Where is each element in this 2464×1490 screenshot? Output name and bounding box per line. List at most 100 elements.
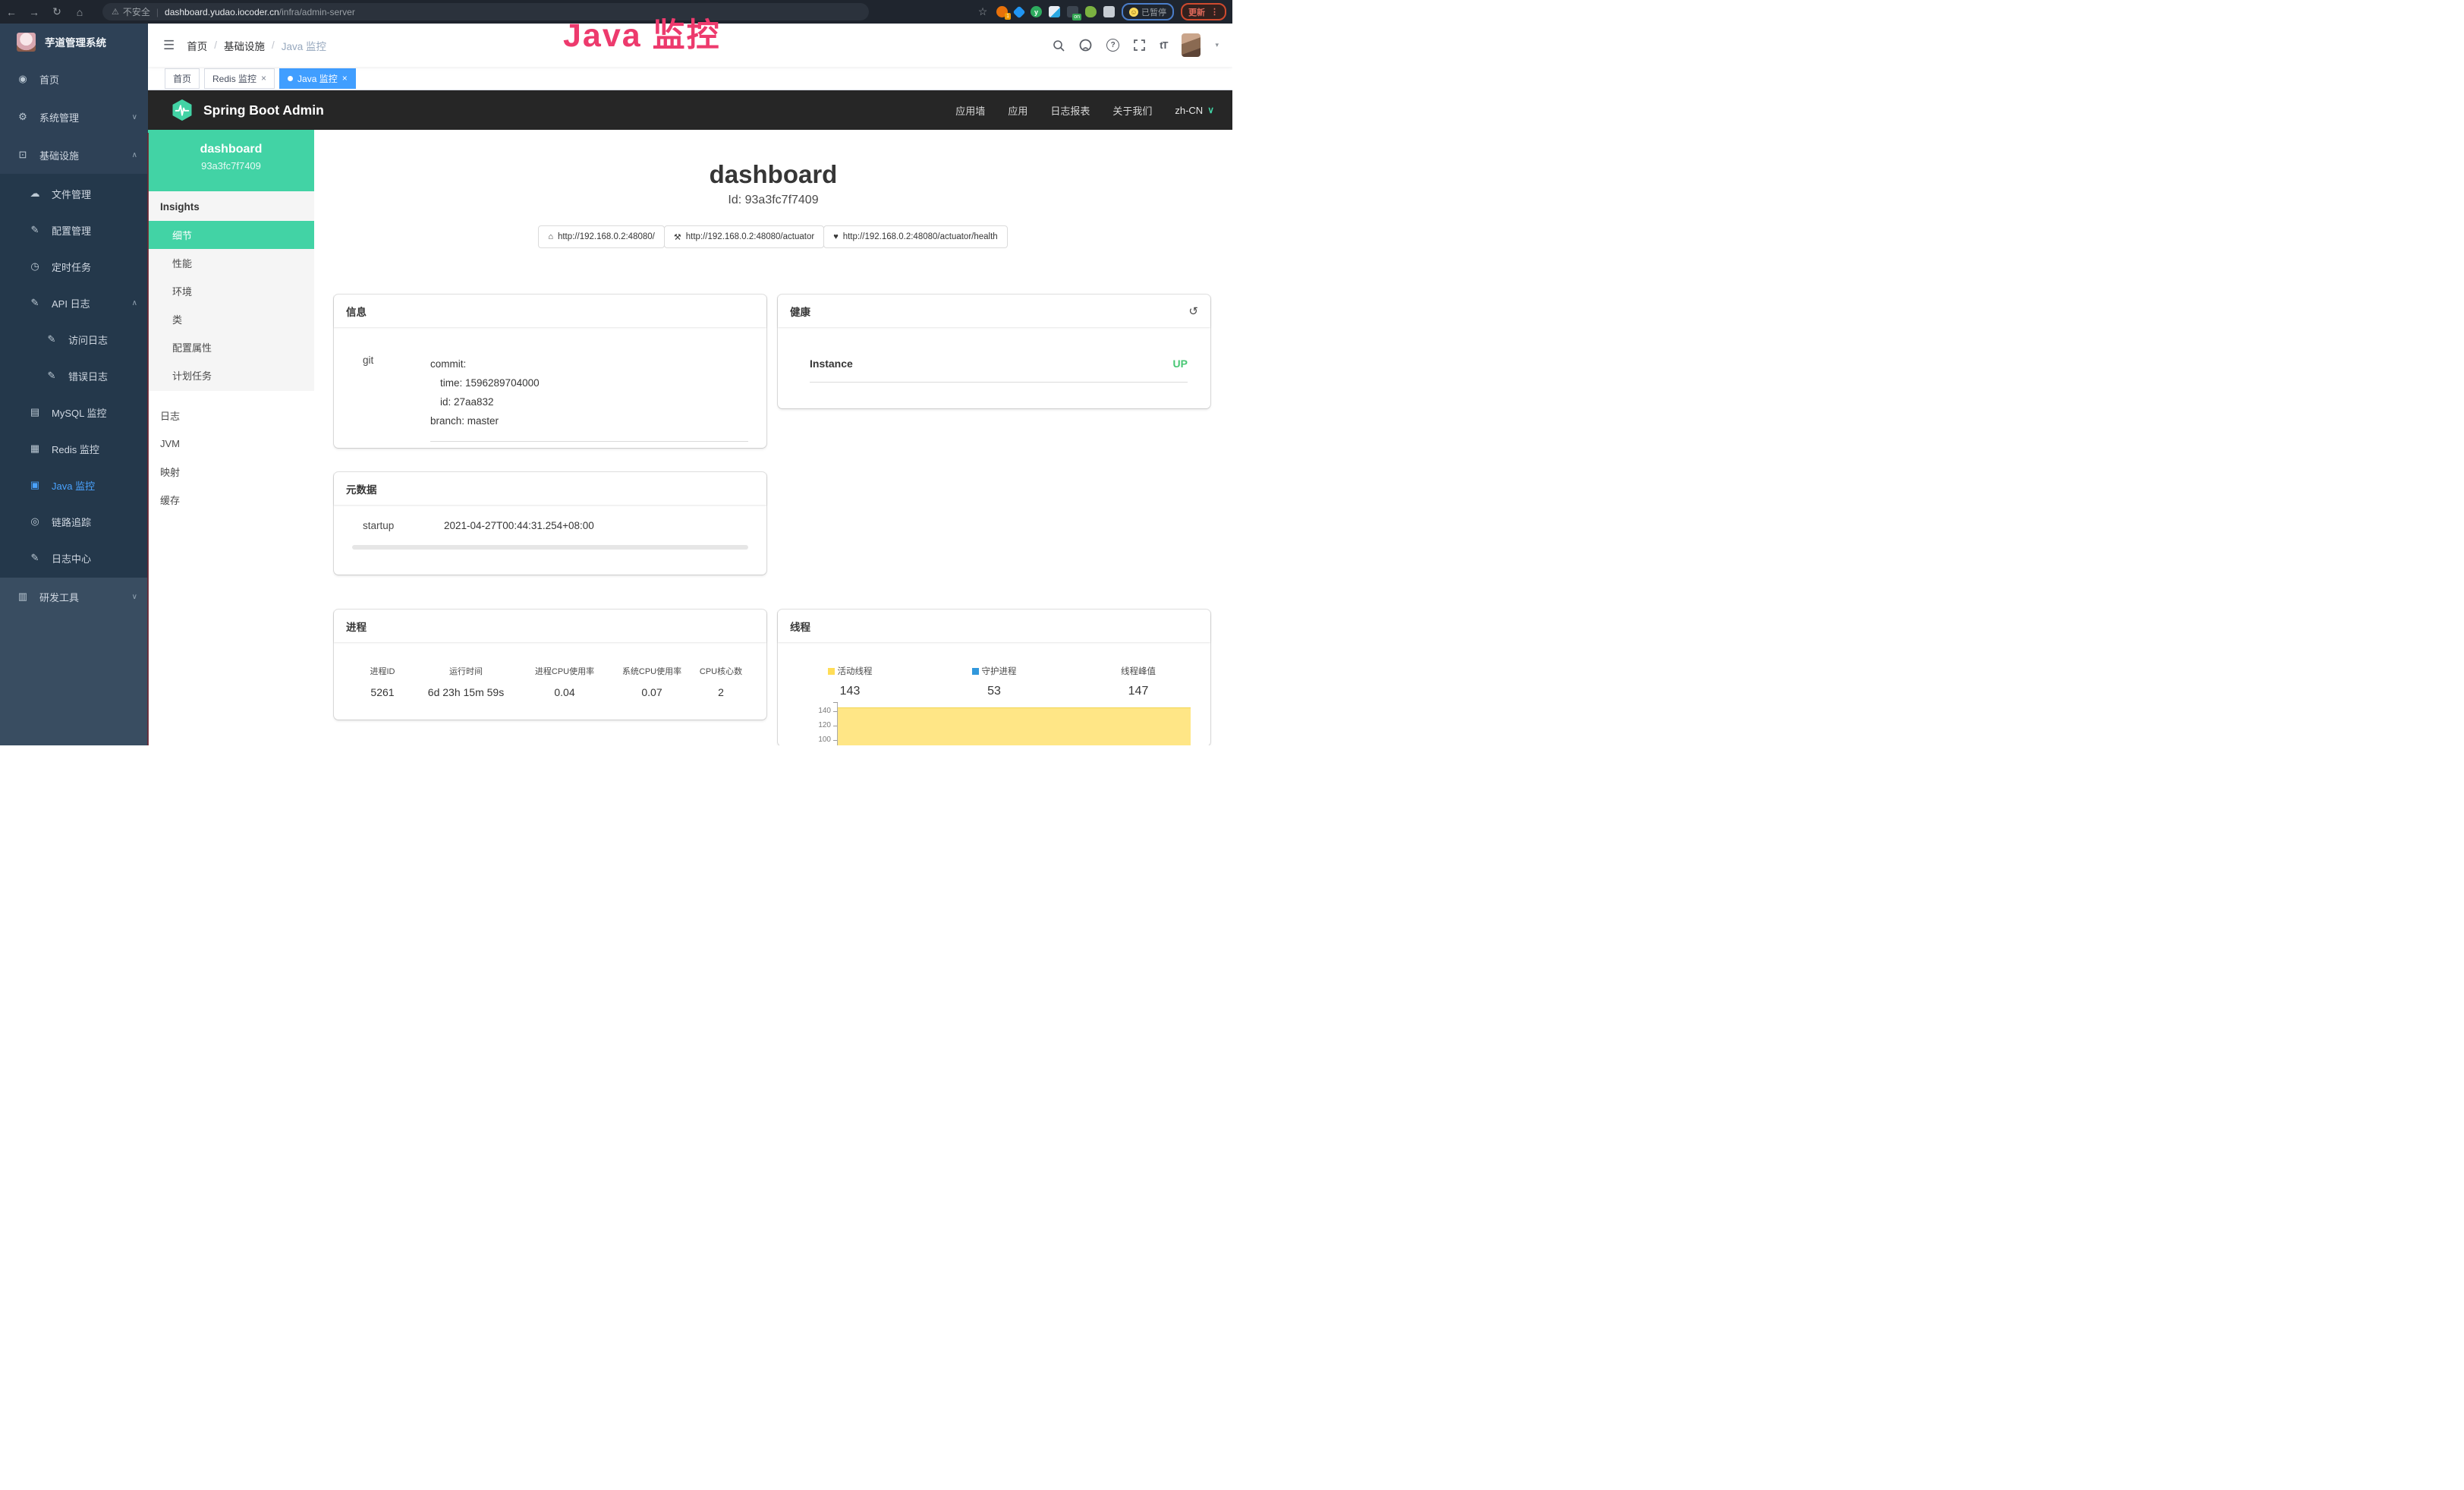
threads-card-header: 线程 bbox=[778, 610, 1210, 642]
log-edit-icon: ✎ bbox=[46, 370, 58, 382]
extension-icon-gem[interactable] bbox=[1013, 5, 1026, 18]
sba-item-scheduled-tasks[interactable]: 计划任务 bbox=[148, 361, 314, 389]
instance-header[interactable]: dashboard 93a3fc7f7409 bbox=[148, 130, 314, 191]
browser-toolbar-right: ☆ 1 y on ☺ 已暂停 更新 ⋮ bbox=[976, 0, 1226, 24]
instance-links: ⌂ http://192.168.0.2:48080/ ⚒ http://192… bbox=[314, 225, 1232, 248]
extension-icon-orange[interactable]: 1 bbox=[996, 6, 1008, 17]
sba-item-details[interactable]: 细节 bbox=[148, 221, 314, 249]
health-row[interactable]: Instance UP bbox=[810, 358, 1188, 383]
help-icon[interactable]: ? bbox=[1106, 39, 1119, 52]
info-value: commit: time: 1596289704000 id: 27aa832 … bbox=[430, 354, 748, 442]
fullscreen-icon[interactable] bbox=[1134, 39, 1145, 51]
sidebar-item-mysql-monitor[interactable]: ▤ MySQL 监控 bbox=[0, 394, 148, 430]
sba-item-config-properties[interactable]: 配置属性 bbox=[148, 333, 314, 361]
sidebar-item-access-log[interactable]: ✎ 访问日志 bbox=[0, 321, 148, 358]
heart-icon: ♥ bbox=[833, 232, 839, 241]
actuator-url-button[interactable]: ⚒ http://192.168.0.2:48080/actuator bbox=[664, 225, 824, 248]
extension-icon-grid[interactable] bbox=[1049, 6, 1060, 17]
chevron-up-icon: ∧ bbox=[132, 151, 137, 159]
sidebar-item-infrastructure[interactable]: ⊡ 基础设施 ∧ bbox=[0, 136, 148, 174]
search-icon[interactable] bbox=[1053, 39, 1065, 52]
sidebar-item-file-mgmt[interactable]: ☁ 文件管理 bbox=[0, 175, 148, 212]
sidebar-item-tracing[interactable]: ◎ 链路追踪 bbox=[0, 503, 148, 540]
sidebar-item-config-mgmt[interactable]: ✎ 配置管理 bbox=[0, 212, 148, 248]
sidebar-item-home[interactable]: ◉ 首页 bbox=[0, 60, 148, 98]
sidebar-item-java-monitor[interactable]: ▣ Java 监控 bbox=[0, 467, 148, 503]
tab-java-monitor[interactable]: Java 监控 × bbox=[279, 68, 356, 89]
security-label[interactable]: 不安全 bbox=[123, 5, 150, 18]
admin-header: ☰ 首页 / 基础设施 / Java 监控 ? tT bbox=[148, 24, 1232, 67]
legend-daemon-threads: 守护进程 53 bbox=[972, 665, 1017, 698]
y-axis-line bbox=[837, 702, 838, 745]
update-label: 更新 bbox=[1188, 6, 1205, 18]
sidebar-item-system-mgmt[interactable]: ⚙ 系统管理 ∨ bbox=[0, 98, 148, 136]
horizontal-scrollbar[interactable] bbox=[352, 545, 748, 550]
sba-brand[interactable]: Spring Boot Admin bbox=[171, 99, 324, 121]
active-tab-dot bbox=[288, 76, 293, 81]
sidebar-item-error-log[interactable]: ✎ 错误日志 bbox=[0, 358, 148, 394]
back-icon[interactable]: ← bbox=[0, 6, 23, 18]
metadata-value: 2021-04-27T00:44:31.254+08:00 bbox=[444, 520, 594, 531]
extension-icon-green[interactable]: y bbox=[1031, 6, 1042, 17]
user-caret-down-icon[interactable]: ▾ bbox=[1215, 41, 1219, 49]
main-column: ☰ 首页 / 基础设施 / Java 监控 ? tT bbox=[148, 24, 1232, 745]
chrome-update-button[interactable]: 更新 ⋮ bbox=[1181, 3, 1226, 20]
app-logo-row[interactable]: 芋道管理系统 bbox=[0, 24, 148, 60]
nav-wallboard[interactable]: 应用墙 bbox=[955, 103, 985, 118]
sba-item-logs[interactable]: 日志 bbox=[148, 402, 314, 430]
reload-icon[interactable]: ↻ bbox=[46, 5, 68, 18]
sba-item-caches[interactable]: 缓存 bbox=[148, 486, 314, 514]
tab-redis-monitor[interactable]: Redis 监控 × bbox=[204, 68, 275, 89]
sba-sidebar-list2: 日志 JVM 映射 缓存 bbox=[148, 402, 314, 514]
git-commit-line: commit: bbox=[430, 354, 748, 373]
address-bar[interactable]: ⚠ 不安全 | dashboard.yudao.iocoder.cn/infra… bbox=[102, 3, 869, 20]
legend-value: 143 bbox=[828, 685, 873, 698]
sba-item-jvm[interactable]: JVM bbox=[148, 430, 314, 458]
hamburger-icon[interactable]: ☰ bbox=[148, 38, 187, 53]
close-icon[interactable]: × bbox=[261, 73, 266, 83]
sidebar-item-scheduled-jobs[interactable]: ◷ 定时任务 bbox=[0, 248, 148, 285]
breadcrumb-home[interactable]: 首页 bbox=[187, 38, 207, 53]
tab-label: 首页 bbox=[173, 72, 191, 85]
sba-item-environment[interactable]: 环境 bbox=[148, 277, 314, 305]
legend-value: 53 bbox=[972, 685, 1017, 698]
database-icon: ▤ bbox=[29, 406, 41, 418]
col-cpu-cores: CPU核心数 bbox=[700, 665, 742, 677]
process-cpu-value: 0.04 bbox=[554, 686, 574, 698]
github-icon[interactable] bbox=[1079, 39, 1092, 52]
puzzle-extensions-icon[interactable] bbox=[1103, 6, 1115, 17]
sba-item-performance[interactable]: 性能 bbox=[148, 249, 314, 277]
browser-home-icon[interactable]: ⌂ bbox=[68, 6, 91, 18]
history-icon[interactable]: ↺ bbox=[1188, 304, 1198, 318]
bookmark-star-icon[interactable]: ☆ bbox=[976, 5, 990, 18]
forward-icon[interactable]: → bbox=[23, 6, 46, 18]
uptime-value: 6d 23h 15m 59s bbox=[428, 686, 504, 698]
tab-home[interactable]: 首页 bbox=[165, 68, 200, 89]
browser-menu-icon[interactable]: ⋮ bbox=[1210, 7, 1219, 17]
sba-sidebar: dashboard 93a3fc7f7409 Insights 细节 性能 环境… bbox=[148, 130, 314, 745]
extension-icon-tampermonkey[interactable]: on bbox=[1067, 6, 1078, 17]
threads-card: 线程 活动线程 143 守护进程 53 bbox=[778, 610, 1210, 745]
sidebar-item-log-center[interactable]: ✎ 日志中心 bbox=[0, 540, 148, 576]
sba-item-classes[interactable]: 类 bbox=[148, 305, 314, 333]
sidebar-item-dev-tools[interactable]: ▥ 研发工具 ∨ bbox=[0, 578, 148, 616]
instance-name: dashboard bbox=[148, 143, 314, 156]
font-size-icon[interactable]: tT bbox=[1160, 39, 1167, 51]
sidebar-item-api-log[interactable]: ✎ API 日志 ∧ bbox=[0, 285, 148, 321]
breadcrumb-infrastructure[interactable]: 基础设施 bbox=[224, 38, 265, 53]
nav-about[interactable]: 关于我们 bbox=[1112, 103, 1152, 118]
nav-applications[interactable]: 应用 bbox=[1008, 103, 1027, 118]
extension-icon-leaf[interactable] bbox=[1085, 6, 1097, 17]
process-card-title: 进程 bbox=[346, 619, 367, 634]
sba-nav: 应用墙 应用 日志报表 关于我们 zh-CN ∨ bbox=[955, 103, 1214, 118]
nav-journal[interactable]: 日志报表 bbox=[1050, 103, 1090, 118]
paused-profile-chip[interactable]: ☺ 已暂停 bbox=[1122, 3, 1174, 20]
sba-item-mappings[interactable]: 映射 bbox=[148, 458, 314, 486]
user-avatar[interactable] bbox=[1182, 33, 1201, 57]
close-icon[interactable]: × bbox=[342, 73, 348, 83]
service-url-button[interactable]: ⌂ http://192.168.0.2:48080/ bbox=[538, 225, 665, 248]
health-key: Instance bbox=[810, 358, 853, 370]
sidebar-item-redis-monitor[interactable]: ▦ Redis 监控 bbox=[0, 430, 148, 467]
locale-selector[interactable]: zh-CN ∨ bbox=[1175, 105, 1214, 116]
health-url-button[interactable]: ♥ http://192.168.0.2:48080/actuator/heal… bbox=[823, 225, 1008, 248]
